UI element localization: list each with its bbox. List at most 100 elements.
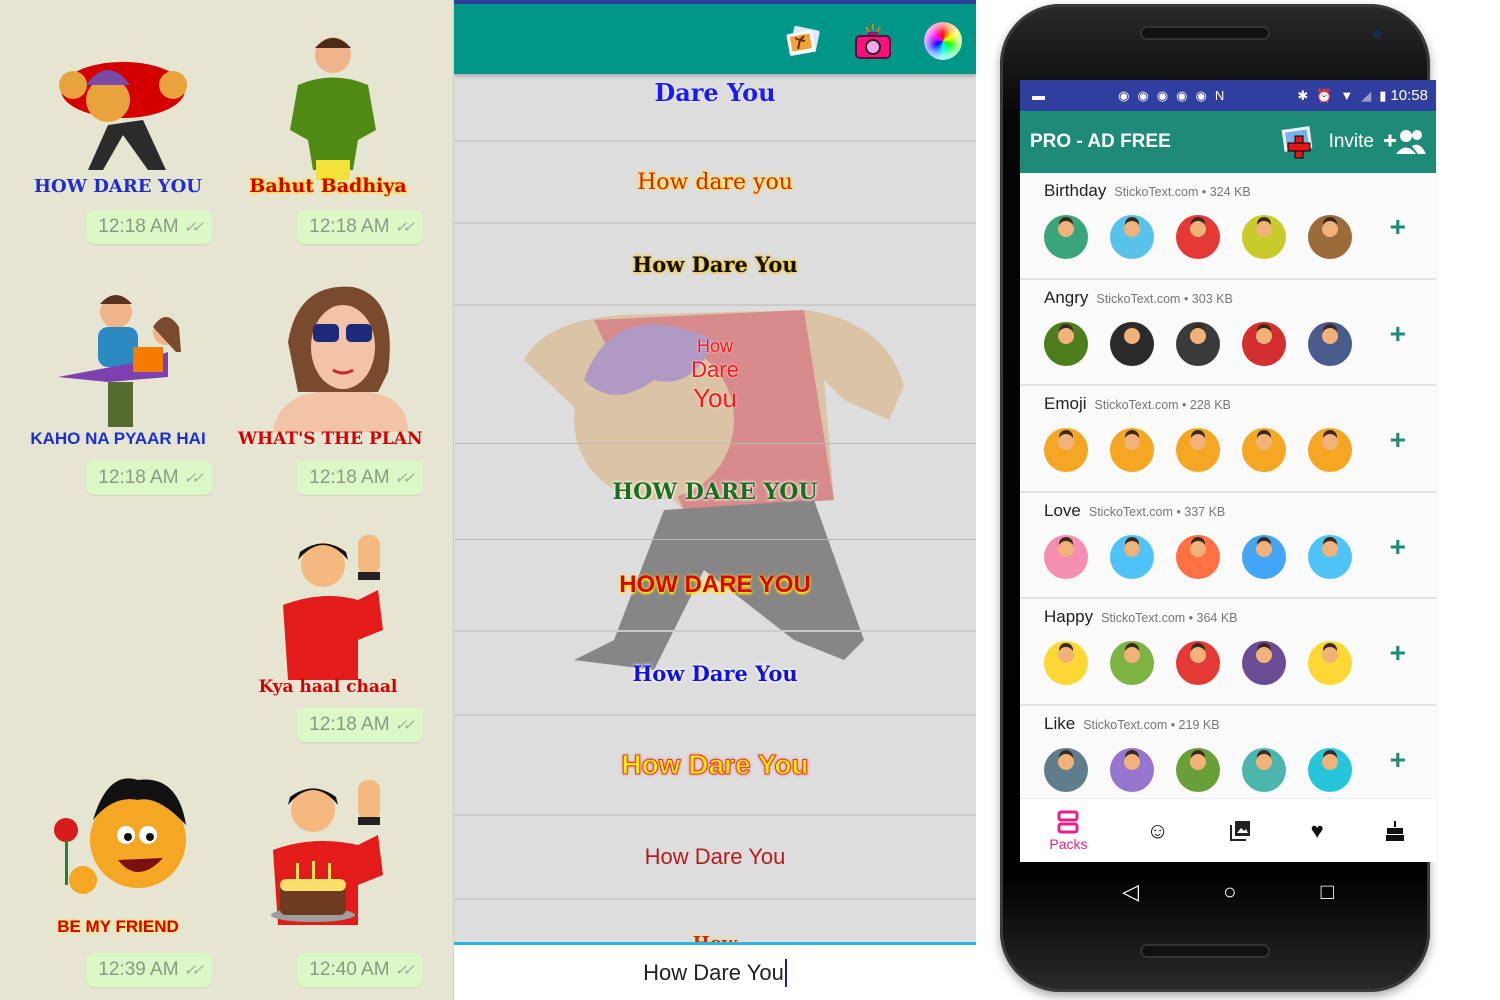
- nav-gallery-tab[interactable]: [1228, 819, 1252, 843]
- gallery-icon: [1229, 820, 1250, 841]
- sticker-thumbnail: [1242, 428, 1286, 472]
- nav-emoji-tab[interactable]: ☺: [1146, 818, 1168, 844]
- text-style-option[interactable]: HOW DARE YOU: [454, 540, 976, 632]
- pack-name: Like: [1044, 713, 1076, 733]
- add-person-icon[interactable]: [1384, 127, 1426, 157]
- sticker-message[interactable]: Bahut Badhiya: [243, 30, 413, 205]
- text-style-option[interactable]: How dare you: [454, 142, 976, 224]
- sticker-thumbnail: [1110, 321, 1154, 366]
- text-style-option[interactable]: HOW DARE YOU: [454, 444, 976, 540]
- sticker-caption: Kya haal chaal: [258, 677, 398, 697]
- sticker-thumbnail: [1242, 321, 1286, 366]
- read-ticks-icon: ✓✓: [182, 470, 202, 487]
- message-notification-icon: ▬: [1032, 88, 1045, 103]
- pack-header: Angry StickoText.com • 303 KB: [1044, 288, 1436, 308]
- heart-icon: ♥: [1310, 817, 1324, 843]
- style-preview-text: How Dare You: [632, 251, 798, 277]
- sticker-thumbnail: [1242, 215, 1286, 259]
- sticker-message[interactable]: HOW DARE YOU: [33, 30, 203, 205]
- sticker-thumbnail: [1176, 641, 1220, 685]
- add-pack-plus-icon[interactable]: +: [1390, 531, 1406, 563]
- add-pack-plus-icon[interactable]: +: [1390, 318, 1406, 350]
- sticker-caption: Bahut Badhiya: [249, 175, 407, 197]
- sticker-pack-list[interactable]: Birthday StickoText.com • 324 KB + Angry Sti…: [1020, 173, 1436, 812]
- sticker-thumbnail: [1044, 215, 1088, 259]
- nav-favorites-tab[interactable]: ♥: [1311, 818, 1324, 844]
- app-title: PRO - AD FREE: [1030, 131, 1171, 152]
- add-pack-plus-icon[interactable]: +: [1390, 211, 1406, 243]
- color-wheel-icon[interactable]: [924, 22, 962, 60]
- sticker-thumbnail: [1110, 215, 1154, 259]
- sticker-message[interactable]: KAHO NA PYAAR HAI: [30, 282, 206, 457]
- home-button[interactable]: ○: [1223, 879, 1236, 905]
- sticker-caption: KAHO NA PYAAR HAI: [30, 429, 206, 448]
- nav-birthday-tab[interactable]: [1383, 819, 1407, 843]
- add-pack-plus-icon[interactable]: +: [1390, 637, 1406, 669]
- chrome-notification-icon: ◉: [1137, 87, 1149, 103]
- add-pack-plus-icon[interactable]: +: [1390, 744, 1406, 776]
- text-style-option[interactable]: How Dare You: [454, 224, 976, 306]
- sticker-thumbnail: [1044, 321, 1088, 366]
- style-preview-text-line: Dare: [691, 356, 739, 382]
- nav-packs-tab[interactable]: Packs: [1049, 810, 1088, 852]
- message-time: 12:40 AM: [309, 959, 390, 980]
- sticker-thumbnail: [1176, 534, 1220, 579]
- sticker-caption: BE MY FRIEND: [57, 917, 179, 936]
- front-camera: [1373, 30, 1382, 39]
- sticker-pack-row[interactable]: Like StickoText.com • 219 KB +: [1020, 705, 1436, 812]
- add-from-gallery-icon[interactable]: [1277, 124, 1317, 160]
- sticker-message[interactable]: Kya haal chaal: [243, 530, 413, 705]
- camera-icon[interactable]: [854, 22, 892, 60]
- text-style-option[interactable]: How Dare You: [454, 632, 976, 716]
- read-ticks-icon: ✓✓: [393, 219, 413, 236]
- sticker-message[interactable]: [243, 775, 413, 950]
- chrome-notification-icon: ◉: [1118, 87, 1130, 103]
- couple-sticker-image: [58, 295, 181, 427]
- message-time: 12:18 AM: [98, 467, 179, 488]
- gallery-icon[interactable]: [784, 22, 822, 60]
- pack-sticker-previews: [1044, 747, 1436, 792]
- pack-header: Love StickoText.com • 337 KB: [1044, 501, 1436, 521]
- sticker-thumbnail: [1176, 428, 1220, 472]
- read-ticks-icon: ✓✓: [182, 219, 202, 236]
- pack-name: Love: [1044, 500, 1081, 520]
- sticker-text-input[interactable]: How Dare You: [454, 942, 976, 1000]
- message-time: 12:18 AM: [309, 216, 390, 237]
- sticker-message[interactable]: WHAT'S THE PLAN: [238, 282, 423, 457]
- sticker-pack-row[interactable]: Birthday StickoText.com • 324 KB +: [1020, 173, 1436, 280]
- cake-icon: [1385, 820, 1404, 841]
- pack-meta: StickoText.com • 337 KB: [1088, 504, 1226, 519]
- sticker-thumbnail: [1308, 428, 1352, 472]
- sticker-message[interactable]: BE MY FRIEND: [33, 770, 203, 945]
- message-bubble: 12:40 AM ✓✓: [297, 953, 423, 987]
- pack-header: Birthday StickoText.com • 324 KB: [1044, 181, 1436, 201]
- emoji-rose-sticker-image: [54, 778, 186, 894]
- text-style-option[interactable]: Dare You: [454, 74, 976, 142]
- bottom-navigation: Packs ☺ ♥: [1020, 798, 1436, 862]
- app-bar: PRO - AD FREE Invite: [1020, 111, 1436, 173]
- wifi-icon: ▼: [1340, 88, 1354, 103]
- text-style-option[interactable]: How Dare You: [454, 716, 976, 816]
- pack-meta: StickoText.com • 364 KB: [1101, 611, 1238, 625]
- read-ticks-icon: ✓✓: [393, 717, 413, 734]
- alarm-icon: ⏰: [1316, 87, 1333, 103]
- sticker-pack-row[interactable]: Happy StickoText.com • 364 KB +: [1020, 599, 1436, 706]
- text-style-option[interactable]: How Dare You: [454, 816, 976, 900]
- sticker-thumbnail: [1176, 321, 1220, 366]
- invite-button[interactable]: Invite: [1329, 131, 1374, 153]
- sticker-pack-row[interactable]: Angry StickoText.com • 303 KB +: [1020, 279, 1436, 386]
- n-notification-icon: N: [1214, 88, 1225, 103]
- add-pack-plus-icon[interactable]: +: [1390, 424, 1406, 456]
- phone-frame: ▬ ◉ ◉ ◉ ◉ ◉ N ✱ ⏰ ▼ ◢ ▮ 10:58 PRO - AD F…: [1000, 4, 1436, 992]
- text-style-option[interactable]: How Dare You: [454, 306, 976, 444]
- sticker-pack-row[interactable]: Emoji StickoText.com • 228 KB +: [1020, 386, 1436, 493]
- smiley-icon: ☺: [1146, 817, 1169, 843]
- back-button[interactable]: ◁: [1122, 879, 1139, 905]
- recents-button[interactable]: □: [1321, 879, 1334, 905]
- pack-header: Emoji StickoText.com • 228 KB: [1044, 394, 1436, 414]
- message-bubble: 12:18 AM ✓✓: [86, 461, 212, 495]
- sticker-thumbnail: [1308, 747, 1352, 792]
- sticker-pack-row[interactable]: Love StickoText.com • 337 KB +: [1020, 492, 1436, 599]
- message-bubble: 12:39 AM ✓✓: [86, 953, 212, 987]
- sticker-caption: WHAT'S THE PLAN: [238, 429, 423, 449]
